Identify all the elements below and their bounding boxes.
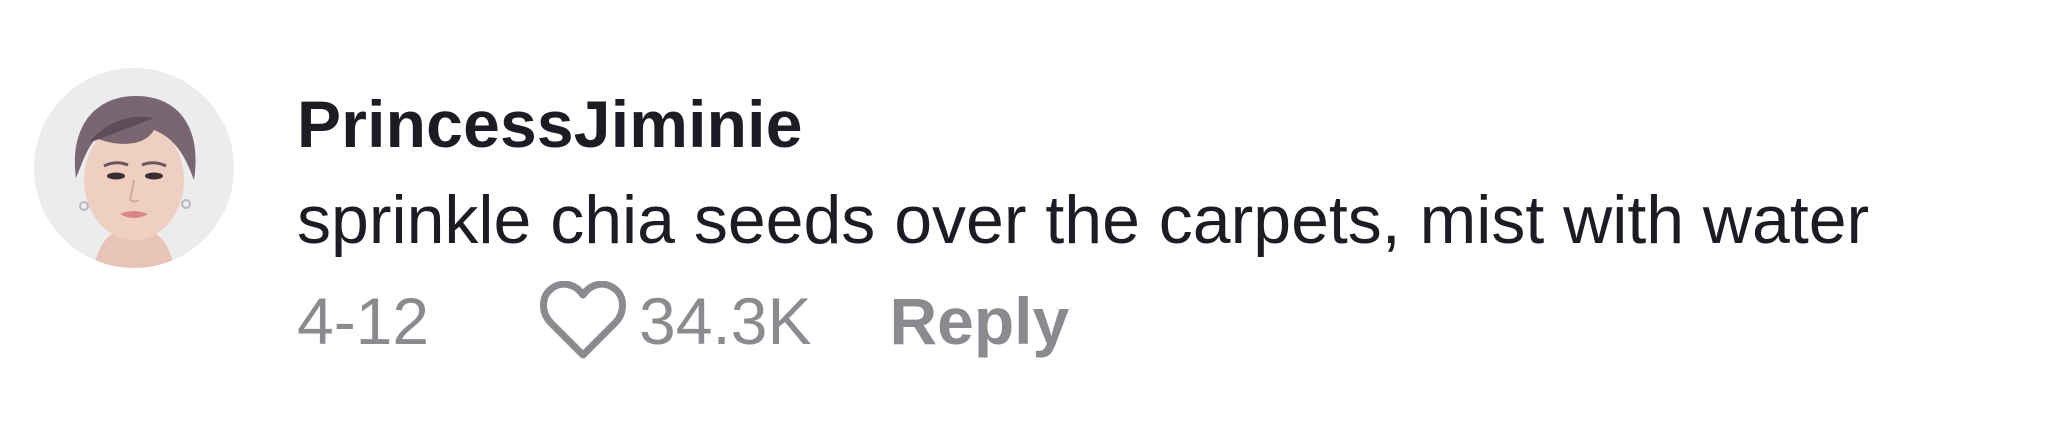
comment-text: sprinkle chia seeds over the carpets, mi…: [297, 182, 1870, 258]
comment-username[interactable]: PrincessJiminie: [297, 78, 2017, 170]
comment-item: PrincessJiminie sprinkle chia seeds over…: [0, 0, 2048, 436]
like-button[interactable]: 34.3K: [539, 280, 889, 361]
like-count: 34.3K: [639, 284, 812, 358]
avatar-image: [34, 68, 234, 268]
comment-body: PrincessJiminie sprinkle chia seeds over…: [297, 78, 2017, 366]
comment-meta: 4-12 34.3K Reply: [297, 276, 2017, 366]
reply-button[interactable]: Reply: [889, 283, 1069, 359]
avatar[interactable]: [34, 68, 234, 268]
comment-date: 4-12: [297, 284, 430, 358]
heart-icon[interactable]: [539, 280, 627, 361]
